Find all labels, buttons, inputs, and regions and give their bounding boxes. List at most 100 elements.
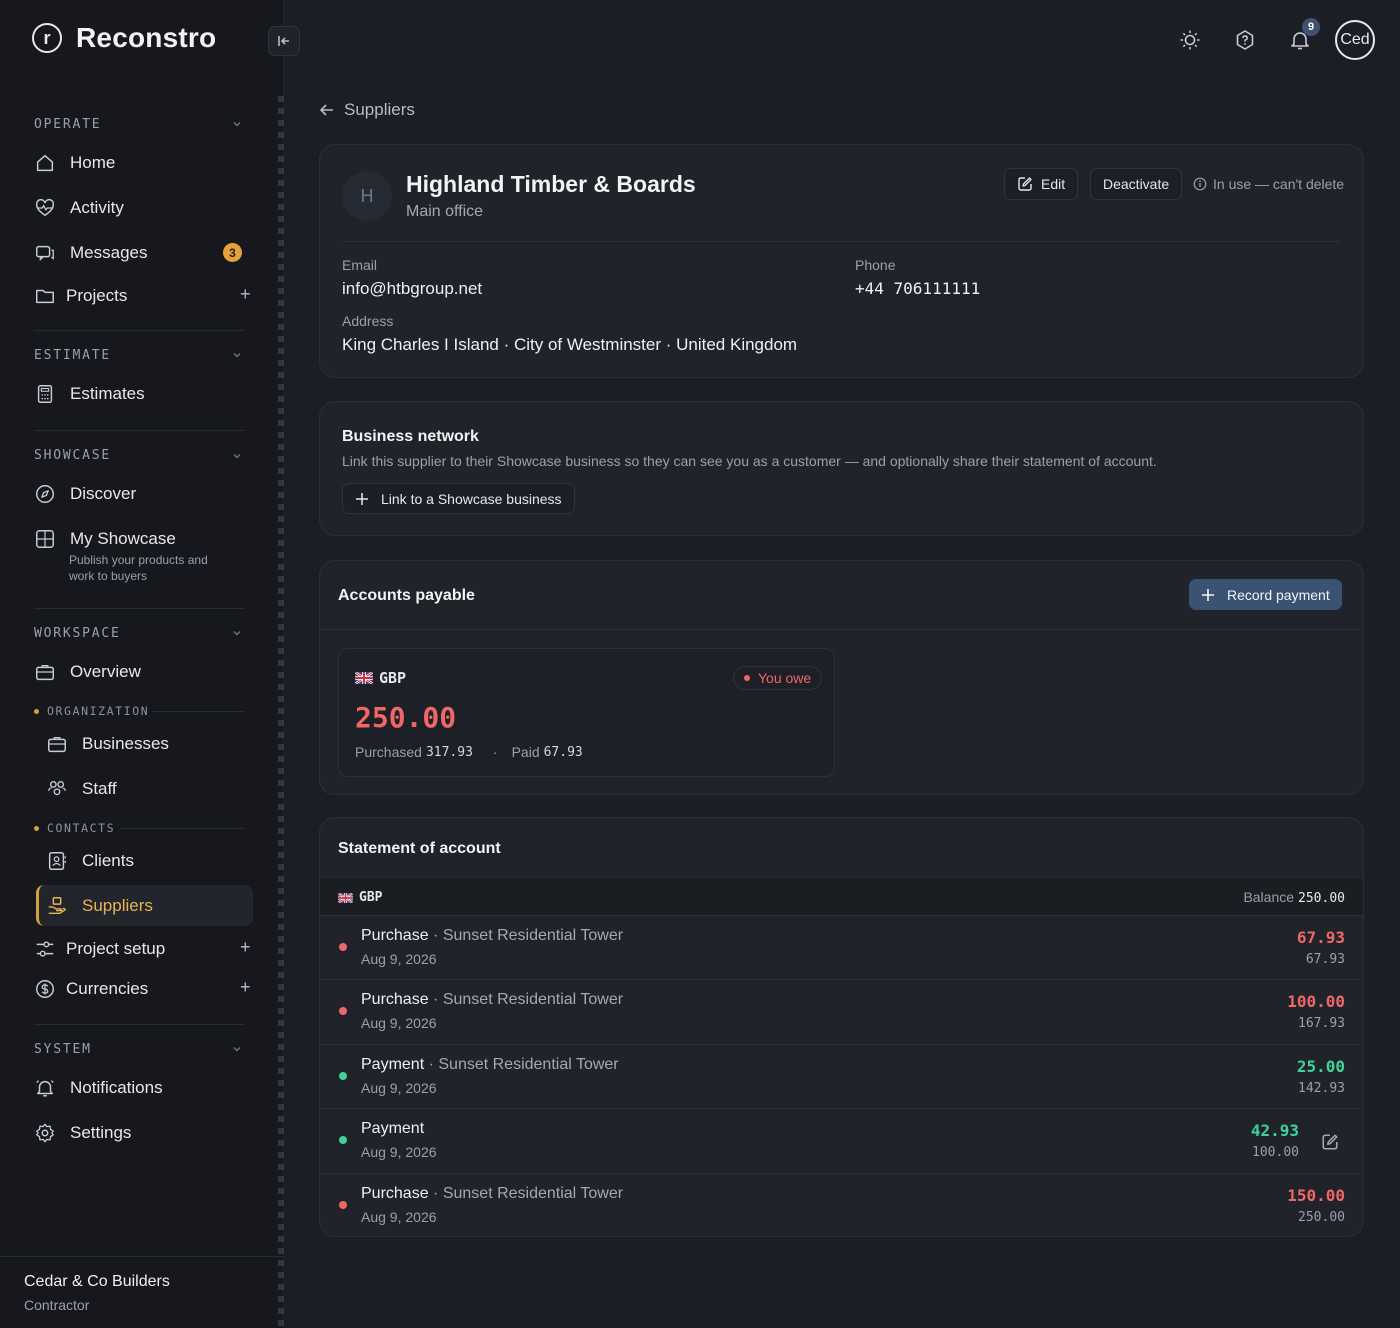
sidebar-item-notifications[interactable]: Notifications [34,1077,163,1099]
purchase-dot [339,943,347,951]
chevron-down-icon[interactable] [232,1044,242,1054]
back-to-suppliers-link[interactable]: Suppliers [318,100,415,120]
group-label-text: CONTACTS [47,821,116,835]
chevron-down-icon[interactable] [232,119,242,129]
sidebar-item-home[interactable]: Home [34,152,115,174]
transaction-title: Payment [361,1120,424,1138]
chevron-down-icon[interactable] [232,350,242,360]
arrow-left-icon [319,104,333,116]
address-label: Address [342,313,394,329]
sidebar-item-estimates[interactable]: Estimates [34,383,145,405]
phone-value[interactable]: +44 706111111 [855,279,980,298]
purchased-paid-summary: Purchased 317.93 · Paid 67.93 [355,744,589,760]
section-estimate-label[interactable]: ESTIMATE [34,348,111,363]
sidebar-item-staff[interactable]: Staff [46,778,117,800]
sidebar-item-project-setup[interactable]: Project setup [34,938,165,960]
sidebar-item-overview[interactable]: Overview [34,661,141,683]
group-label-text: ORGANIZATION [47,704,150,718]
paid-label: Paid [511,744,540,760]
supplier-name: Highland Timber & Boards [406,171,696,197]
table-row[interactable]: Purchase · Sunset Residential Tower Aug … [320,915,1363,979]
showcase-icon [36,530,54,548]
add-currency-button[interactable]: + [240,977,251,998]
dollar-circle-icon [36,980,54,998]
user-avatar[interactable]: Ced [1335,20,1375,60]
sidebar-item-description: Publish your products and work to buyers [69,553,208,583]
sidebar-item-messages[interactable]: Messages [34,242,147,264]
help-icon[interactable] [1233,28,1257,52]
you-owe-badge: You owe [733,666,823,690]
bell-icon [36,1080,54,1097]
sidebar-item-my-showcase[interactable]: My Showcase [34,528,176,550]
divider [342,241,1341,242]
sidebar-item-activity[interactable]: Activity [34,197,124,219]
sidebar-item-label: Project setup [66,939,166,958]
table-row[interactable]: Purchase · Sunset Residential Tower Aug … [320,979,1363,1043]
link-showcase-label: Link to a Showcase business [381,490,562,507]
sidebar-item-businesses[interactable]: Businesses [46,733,169,755]
table-row[interactable]: Purchase · Sunset Residential Tower Aug … [320,1173,1363,1236]
sidebar-item-discover[interactable]: Discover [34,483,136,505]
home-icon [36,154,54,172]
sidebar-item-label: Projects [66,286,128,305]
deactivate-button[interactable]: Deactivate [1090,168,1183,200]
accounts-payable-card: Accounts payable Record payment GBP You … [319,560,1364,795]
sidebar-resize-handle[interactable] [278,96,284,1328]
table-row[interactable]: Payment · Sunset Residential Tower Aug 9… [320,1044,1363,1108]
purchase-dot [339,1007,347,1015]
group-organization-label: ORGANIZATION [34,704,149,718]
sidebar-item-currencies[interactable]: Currencies [34,978,148,1000]
record-payment-button[interactable]: Record payment [1189,579,1342,610]
table-row[interactable]: Payment Aug 9, 2026 42.93 100.00 [320,1108,1363,1172]
running-balance: 167.93 [1298,1016,1345,1031]
running-balance: 100.00 [1252,1145,1299,1160]
sidebar-item-label: My Showcase [70,529,176,548]
transaction-type: Purchase [361,991,429,1008]
accounts-payable-title: Accounts payable [338,587,475,604]
section-operate-label[interactable]: OPERATE [34,117,101,132]
sidebar-item-settings[interactable]: Settings [34,1122,131,1144]
section-system-label[interactable]: SYSTEM [34,1042,92,1057]
chevron-down-icon[interactable] [232,628,242,638]
org-role: Contractor [24,1297,90,1313]
divider [34,608,244,609]
sidebar-item-clients[interactable]: Clients [46,850,134,872]
transaction-type: Payment [361,1120,425,1137]
email-value[interactable]: info@htbgroup.net [342,279,482,299]
brand[interactable]: r Reconstro [32,22,216,54]
collapse-sidebar-button[interactable] [268,26,300,56]
hand-box-icon [48,897,66,915]
org-switcher[interactable]: Cedar & Co Builders Contractor [0,1256,284,1328]
transaction-project: · Sunset Residential Tower [428,1056,619,1073]
theme-toggle-icon[interactable] [1178,28,1202,52]
supplier-details-card: H Highland Timber & Boards Main office E… [319,144,1364,378]
sidebar-item-label: Clients [82,851,134,870]
section-showcase-label[interactable]: SHOWCASE [34,448,111,463]
transaction-title: Payment · Sunset Residential Tower [361,1056,619,1074]
divider [152,711,244,712]
add-project-button[interactable]: + [240,284,251,305]
sidebar-item-suppliers[interactable]: Suppliers [46,895,153,917]
collapse-left-icon [278,36,289,46]
add-project-setup-button[interactable]: + [240,937,251,958]
sidebar-item-label: Home [70,153,116,172]
transaction-amount: 67.93 [1296,928,1345,947]
purchase-dot [339,1201,347,1209]
sidebar-item-label: Businesses [82,734,169,753]
chevron-down-icon[interactable] [232,451,242,461]
supplier-subtitle: Main office [406,203,484,220]
back-label: Suppliers [344,100,415,119]
section-workspace-label[interactable]: WORKSPACE [34,626,121,641]
sidebar-item-projects[interactable]: Projects [34,285,127,307]
transaction-type: Purchase [361,1185,429,1202]
business-network-title: Business network [342,428,479,445]
sidebar-item-label: Overview [70,662,141,681]
link-showcase-business-button[interactable]: Link to a Showcase business [342,483,575,514]
uk-flag-icon [355,672,373,684]
briefcase-icon [48,736,66,753]
sliders-icon [36,941,54,957]
payment-dot [339,1136,347,1144]
edit-payment-icon[interactable] [1321,1133,1339,1151]
divider [34,1024,244,1025]
edit-button[interactable]: Edit [1004,168,1079,200]
